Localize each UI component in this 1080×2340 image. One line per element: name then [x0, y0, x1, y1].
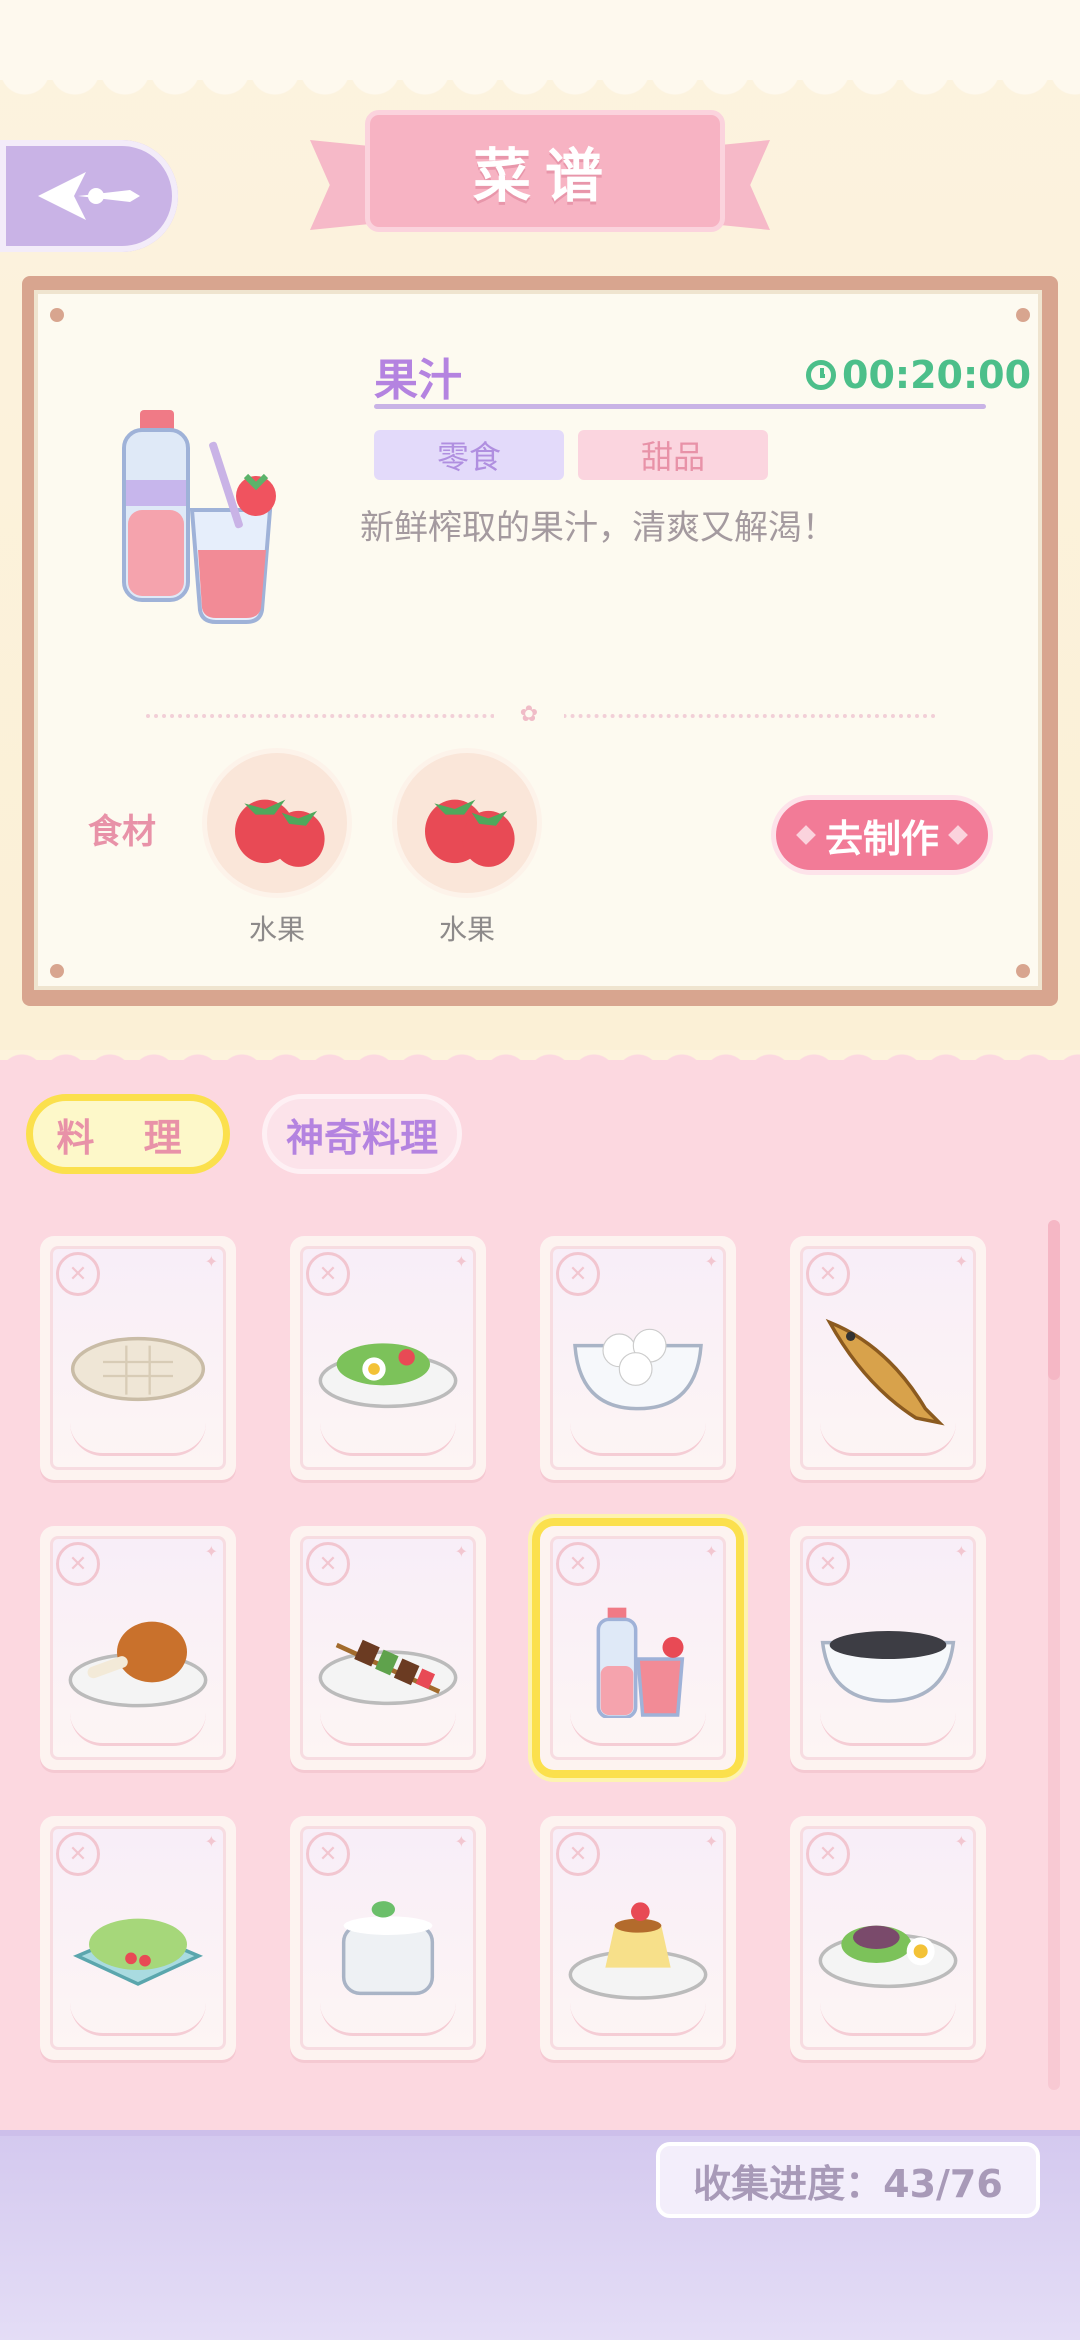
dish-card[interactable]: ✕ ✦ — [40, 1236, 236, 1480]
ingredient-name: 水果 — [438, 913, 495, 946]
flatbread-icon — [70, 1336, 206, 1402]
dish-card[interactable]: ✕ ✦ — [290, 1526, 486, 1770]
title-ribbon: 菜谱 — [310, 100, 770, 240]
tag-dessert: 甜品 — [578, 430, 768, 480]
lettuce-plate-icon — [73, 1918, 203, 1986]
sparkle-icon: ✦ — [704, 1542, 718, 1561]
scrollbar[interactable] — [1048, 1220, 1060, 2090]
page-title: 菜谱 — [472, 142, 617, 210]
scrollbar-thumb[interactable] — [1048, 1220, 1060, 1380]
title-underline — [374, 404, 986, 409]
ingredient-circle — [202, 748, 352, 898]
ingredient-item[interactable]: 水果 — [392, 748, 542, 948]
fork-spoon-icon: ✕ — [56, 1832, 100, 1876]
sparkle-icon: ✦ — [204, 1542, 218, 1561]
pudding-icon — [568, 1902, 708, 2000]
ribbon-band: 菜谱 — [365, 110, 725, 232]
corner-pin — [1016, 308, 1030, 322]
corner-pin — [50, 964, 64, 978]
fork-spoon-icon: ✕ — [306, 1832, 350, 1876]
dish-card[interactable]: ✕ ✦ — [790, 1526, 986, 1770]
fork-spoon-icon: ✕ — [556, 1542, 600, 1586]
top-lace-band — [0, 0, 1080, 80]
make-button-label: 去制作 — [824, 816, 939, 861]
back-arrow-icon — [38, 172, 140, 220]
fork-spoon-icon: ✕ — [56, 1542, 100, 1586]
dish-card[interactable]: ✕ ✦ — [540, 1526, 736, 1770]
pink-lace-edge — [0, 1036, 1080, 1076]
fork-spoon-icon: ✕ — [306, 1252, 350, 1296]
clock-icon — [806, 360, 836, 390]
sparkle-icon: ✦ — [954, 1252, 968, 1271]
sparkle-icon: ✦ — [454, 1832, 468, 1851]
ingredient-item[interactable]: 水果 — [202, 748, 352, 948]
ingredients-label: 食材 — [88, 812, 156, 852]
recipe-timer: 00:20:00 — [806, 352, 1031, 398]
diamond-icon — [948, 825, 968, 845]
recipe-description: 新鲜榨取的果汁，清爽又解渴！ — [360, 508, 836, 548]
dish-card[interactable]: ✕ ✦ — [790, 1236, 986, 1480]
corner-pin — [50, 308, 64, 322]
sparkle-icon: ✦ — [954, 1542, 968, 1561]
sparkle-icon: ✦ — [954, 1832, 968, 1851]
skewer-icon — [318, 1639, 458, 1706]
fork-spoon-icon: ✕ — [806, 1542, 850, 1586]
fork-spoon-icon: ✕ — [556, 1832, 600, 1876]
black-soup-icon — [820, 1631, 956, 1703]
sparkle-icon: ✦ — [204, 1832, 218, 1851]
sparkle-icon: ✦ — [204, 1252, 218, 1271]
ingredient-circle — [392, 748, 542, 898]
sparkle-icon: ✦ — [454, 1542, 468, 1561]
fork-spoon-icon: ✕ — [556, 1252, 600, 1296]
juice-icon — [122, 410, 276, 624]
timer-value: 00:20:00 — [842, 353, 1032, 397]
dish-card[interactable]: ✕ ✦ — [540, 1816, 736, 2060]
sparkle-icon: ✦ — [704, 1252, 718, 1271]
fish-icon — [825, 1318, 945, 1426]
dish-card[interactable]: ✕ ✦ — [540, 1236, 736, 1480]
salad-icon — [318, 1343, 458, 1409]
make-button[interactable]: 去制作 — [776, 800, 988, 870]
fork-spoon-icon: ✕ — [56, 1252, 100, 1296]
strawberry-icon — [425, 799, 515, 867]
yogurt-jar-icon — [341, 1901, 435, 1996]
meat-salad-icon — [818, 1925, 958, 1989]
fork-spoon-icon: ✕ — [806, 1832, 850, 1876]
dish-card[interactable]: ✕ ✦ — [790, 1816, 986, 2060]
corner-pin — [1016, 964, 1030, 978]
tab-magic-cooking[interactable]: 神奇料理 — [262, 1094, 462, 1174]
bow-icon: ✿ — [494, 700, 564, 728]
sparkle-icon: ✦ — [704, 1832, 718, 1851]
juice-icon — [596, 1607, 685, 1718]
collection-progress: 收集进度：43/76 — [656, 2142, 1040, 2218]
tag-snack: 零食 — [374, 430, 564, 480]
diamond-icon — [796, 825, 816, 845]
dish-card[interactable]: ✕ ✦ — [290, 1816, 486, 2060]
ingredient-name: 水果 — [248, 913, 305, 946]
back-button[interactable] — [0, 140, 178, 252]
dumplings-bowl-icon — [573, 1328, 703, 1411]
strawberry-icon — [235, 799, 325, 867]
dish-card[interactable]: ✕ ✦ — [40, 1816, 236, 2060]
recipe-name: 果汁 — [374, 355, 462, 406]
fork-spoon-icon: ✕ — [306, 1542, 350, 1586]
dish-card[interactable]: ✕ ✦ — [290, 1236, 486, 1480]
chicken-leg-icon — [68, 1621, 208, 1708]
tab-cooking[interactable]: 料 理 — [26, 1094, 230, 1174]
fork-spoon-icon: ✕ — [806, 1252, 850, 1296]
dish-card[interactable]: ✕ ✦ — [40, 1526, 236, 1770]
sparkle-icon: ✦ — [454, 1252, 468, 1271]
